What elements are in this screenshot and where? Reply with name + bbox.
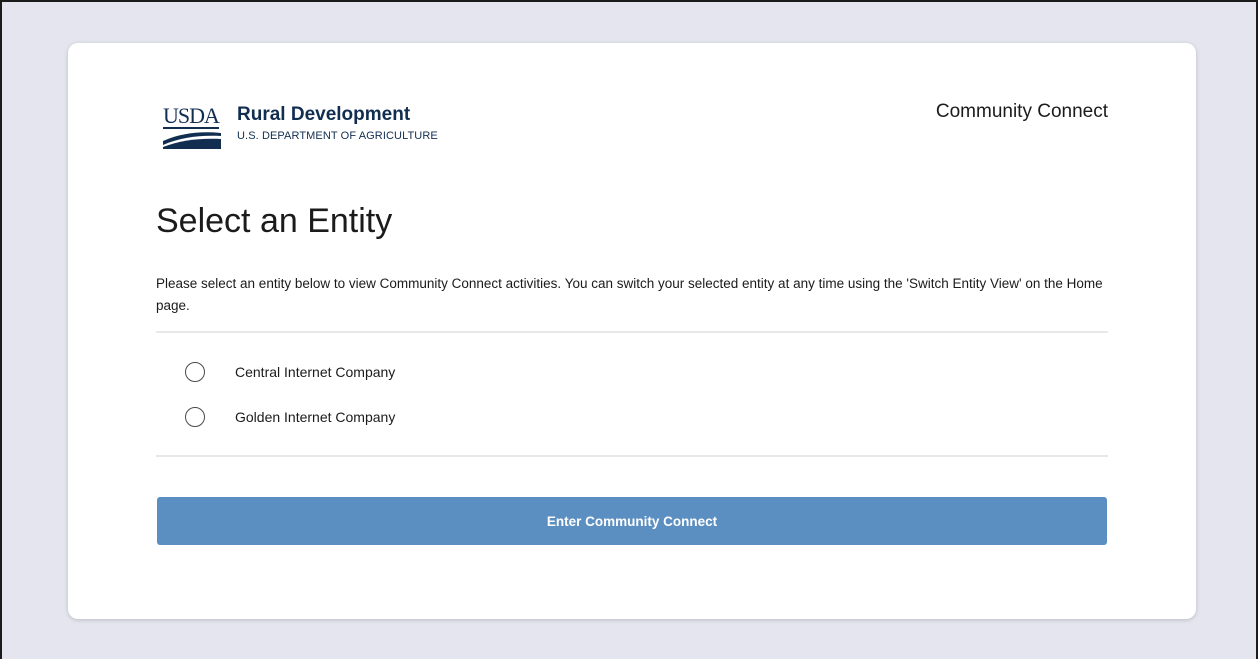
usda-rural-development-logo: USDA Rural Development U.S. DEPARTMENT O… xyxy=(163,104,438,150)
usda-wordmark: USDA xyxy=(163,103,220,128)
instructions-text: Please select an entity below to view Co… xyxy=(156,276,1103,313)
entity-label: Central Internet Company xyxy=(235,364,396,380)
logo-subtitle: U.S. DEPARTMENT OF AGRICULTURE xyxy=(237,130,438,142)
usda-mark: USDA xyxy=(163,105,227,150)
page-title: Select an Entity xyxy=(156,202,393,240)
entity-selection-card: USDA Rural Development U.S. DEPARTMENT O… xyxy=(68,43,1196,619)
usda-underline xyxy=(163,127,219,129)
rd-text-block: Rural Development U.S. DEPARTMENT OF AGR… xyxy=(237,104,438,142)
app-name: Community Connect xyxy=(935,101,1108,122)
logo-name: Rural Development xyxy=(237,104,411,125)
radio-button[interactable] xyxy=(185,407,205,427)
entity-label: Golden Internet Company xyxy=(235,409,396,425)
divider-top xyxy=(156,331,1108,333)
usda-field-icon xyxy=(163,132,221,149)
divider-bottom xyxy=(156,455,1108,457)
entity-option-golden[interactable]: Golden Internet Company xyxy=(185,407,395,427)
enter-community-connect-button[interactable]: Enter Community Connect xyxy=(157,497,1107,545)
entity-option-central[interactable]: Central Internet Company xyxy=(185,362,395,382)
radio-button[interactable] xyxy=(185,362,205,382)
